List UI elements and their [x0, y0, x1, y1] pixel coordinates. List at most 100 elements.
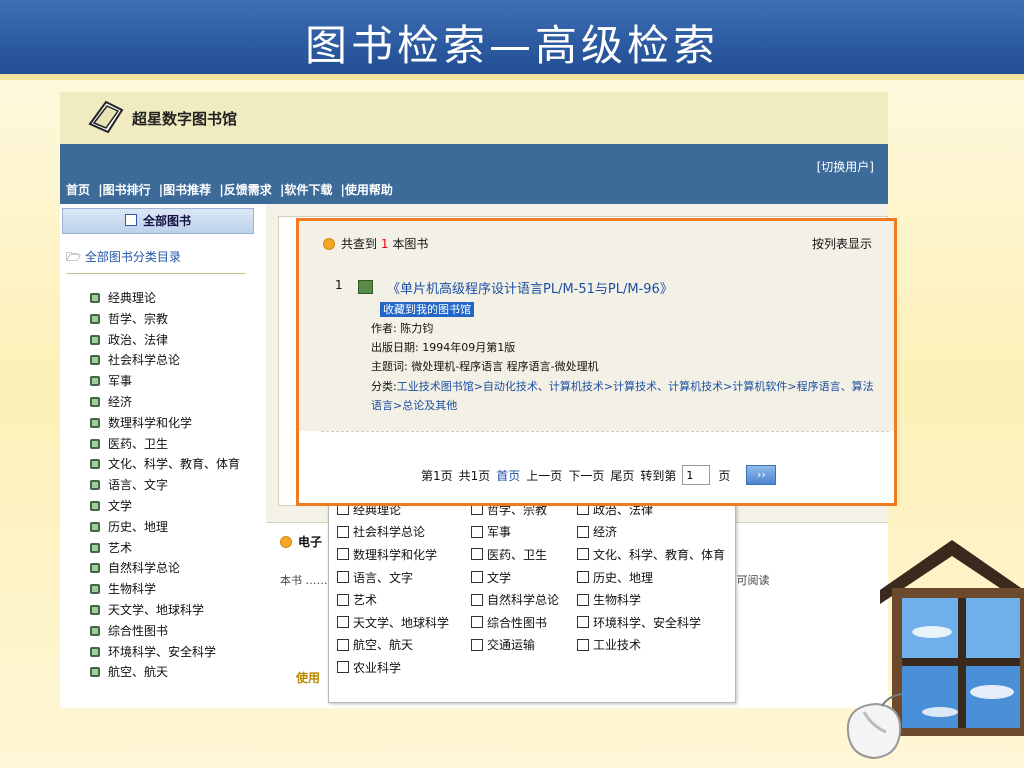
category-checkbox[interactable]: 社会科学总论 [329, 523, 463, 540]
first-page-link[interactable]: 首页 [496, 467, 520, 484]
sidebar-item[interactable]: 历史、地理 [90, 517, 250, 538]
go-button[interactable]: ›› [746, 465, 777, 485]
sidebar-item-label: 天文学、地球科学 [108, 602, 205, 617]
last-page-link[interactable]: 尾页 [610, 467, 634, 484]
sidebar-item[interactable]: 医药、卫生 [90, 434, 250, 455]
category-checkbox[interactable]: 交通运输 [463, 636, 569, 653]
checkbox-row: 天文学、地球科学 综合性图书 环境科学、安全科学 [329, 611, 735, 634]
current-page-text: 第1页 [421, 468, 453, 483]
sidebar-item[interactable]: 哲学、宗教 [90, 309, 250, 330]
next-page-link[interactable]: 下一页 [568, 467, 604, 484]
ebook-info-title-text: 电子 [298, 535, 323, 549]
sidebar-item[interactable]: 自然科学总论 [90, 558, 250, 579]
category-checkbox[interactable]: 历史、地理 [569, 569, 735, 586]
checkbox-label: 工业技术 [593, 638, 642, 653]
checkbox-icon[interactable] [471, 571, 483, 584]
category-checkbox[interactable]: 农业科学 [329, 659, 463, 676]
checkbox-icon[interactable] [471, 525, 483, 538]
result-title-link[interactable]: 《单片机高级程序设计语言PL/M-51与PL/M-96》 [387, 278, 673, 297]
sidebar-item[interactable]: 生物科学 [90, 579, 250, 600]
nav-home[interactable]: 首页 [66, 183, 90, 197]
checkbox-icon[interactable] [471, 548, 483, 561]
sidebar-item-label: 医药、卫生 [108, 436, 169, 451]
checkbox-icon[interactable] [337, 661, 349, 674]
category-checkbox[interactable]: 天文学、地球科学 [329, 614, 463, 631]
book-cover-icon[interactable] [358, 280, 373, 294]
checkbox-label: 交通运输 [487, 638, 536, 653]
category-directory-link[interactable]: 🗁 全部图书分类目录 [66, 248, 246, 274]
sidebar-item[interactable]: 航空、航天 [90, 662, 250, 683]
category-checkbox[interactable]: 综合性图书 [463, 614, 569, 631]
category-checkbox[interactable]: 经济 [569, 523, 735, 540]
checkbox-icon[interactable] [577, 571, 589, 584]
checkbox-icon[interactable] [577, 593, 589, 606]
checkbox-icon[interactable] [471, 616, 483, 629]
checkbox-icon[interactable] [471, 638, 483, 651]
sidebar-item-label: 政治、法律 [108, 332, 169, 347]
category-checkbox[interactable]: 艺术 [329, 591, 463, 608]
sidebar-item[interactable]: 经济 [90, 392, 250, 413]
checkbox-label: 语言、文字 [353, 570, 414, 585]
sidebar-header[interactable]: 全部图书 [62, 208, 254, 234]
sidebar-item[interactable]: 艺术 [90, 538, 250, 559]
nav-recommend[interactable]: |图书推荐 [159, 183, 211, 197]
sidebar-item[interactable]: 社会科学总论 [90, 350, 250, 371]
sidebar-item[interactable]: 天文学、地球科学 [90, 600, 250, 621]
checkbox-icon[interactable] [337, 548, 349, 561]
checkbox-icon[interactable] [337, 638, 349, 651]
category-checkbox[interactable]: 语言、文字 [329, 569, 463, 586]
sidebar-item[interactable]: 军事 [90, 371, 250, 392]
result-subject: 主题词: 微处理机-程序语言 程序语言-微处理机 [371, 360, 599, 373]
sidebar-item[interactable]: 文学 [90, 496, 250, 517]
category-checkbox[interactable]: 医药、卫生 [463, 546, 569, 563]
bullet-icon [90, 646, 100, 657]
category-checkbox[interactable]: 军事 [463, 523, 569, 540]
nav-help[interactable]: |使用帮助 [341, 183, 393, 197]
checkbox-icon[interactable] [337, 571, 349, 584]
category-directory-label: 全部图书分类目录 [84, 250, 181, 264]
sidebar-item[interactable]: 政治、法律 [90, 330, 250, 351]
category-checkbox[interactable]: 工业技术 [569, 636, 735, 653]
category-checkbox[interactable]: 文学 [463, 569, 569, 586]
checkbox-icon[interactable] [471, 593, 483, 606]
checkbox-icon[interactable] [577, 548, 589, 561]
prev-page-link[interactable]: 上一页 [526, 467, 562, 484]
category-checkbox[interactable]: 航空、航天 [329, 636, 463, 653]
nav-download[interactable]: |软件下载 [280, 183, 332, 197]
sidebar-item-label: 综合性图书 [108, 623, 169, 638]
sidebar-item[interactable]: 综合性图书 [90, 621, 250, 642]
usage-link[interactable]: 使用 [296, 669, 320, 686]
result-index: 1 [335, 278, 343, 292]
checkbox-row: 数理科学和化学 医药、卫生 文化、科学、教育、体育 [329, 543, 735, 566]
ebook-info-title: 电子 [280, 533, 322, 550]
checkbox-icon[interactable] [577, 616, 589, 629]
checkbox-icon[interactable] [577, 638, 589, 651]
sidebar-item[interactable]: 数理科学和化学 [90, 413, 250, 434]
category-checkbox[interactable]: 环境科学、安全科学 [569, 614, 735, 631]
checkbox-icon[interactable] [337, 525, 349, 538]
sidebar-item[interactable]: 环境科学、安全科学 [90, 642, 250, 663]
bullet-icon [90, 500, 100, 511]
category-checkbox[interactable]: 自然科学总论 [463, 591, 569, 608]
checkbox-label: 社会科学总论 [353, 525, 426, 540]
result-item: 1 《单片机高级程序设计语言PL/M-51与PL/M-96》 收藏到我的图书馆 … [299, 257, 894, 431]
sidebar-item[interactable]: 语言、文字 [90, 475, 250, 496]
slide-title: 图书检索—高级检索 [304, 21, 719, 70]
checkbox-label: 数理科学和化学 [353, 547, 438, 562]
switch-user-link[interactable]: [切换用户] [817, 158, 874, 175]
sidebar-item[interactable]: 文化、科学、教育、体育 [90, 454, 250, 475]
nav-feedback[interactable]: |反馈需求 [219, 183, 271, 197]
nav-ranking[interactable]: |图书排行 [98, 183, 150, 197]
category-checkbox[interactable]: 数理科学和化学 [329, 546, 463, 563]
classification-path-link[interactable]: 工业技术图书馆>自动化技术、计算机技术>计算技术、计算机技术>计算机软件>程序语… [371, 380, 874, 412]
category-checkbox[interactable]: 文化、科学、教育、体育 [569, 546, 735, 563]
checkbox-icon[interactable] [337, 616, 349, 629]
add-to-library-link[interactable]: 收藏到我的图书馆 [380, 302, 474, 317]
list-view-toggle[interactable]: 按列表显示 [812, 235, 872, 252]
category-checkbox[interactable]: 生物科学 [569, 591, 735, 608]
checkbox-icon[interactable] [337, 593, 349, 606]
checkbox-label: 历史、地理 [593, 570, 654, 585]
checkbox-icon[interactable] [577, 525, 589, 538]
page-number-input[interactable] [682, 465, 711, 485]
sidebar-item[interactable]: 经典理论 [90, 288, 250, 309]
